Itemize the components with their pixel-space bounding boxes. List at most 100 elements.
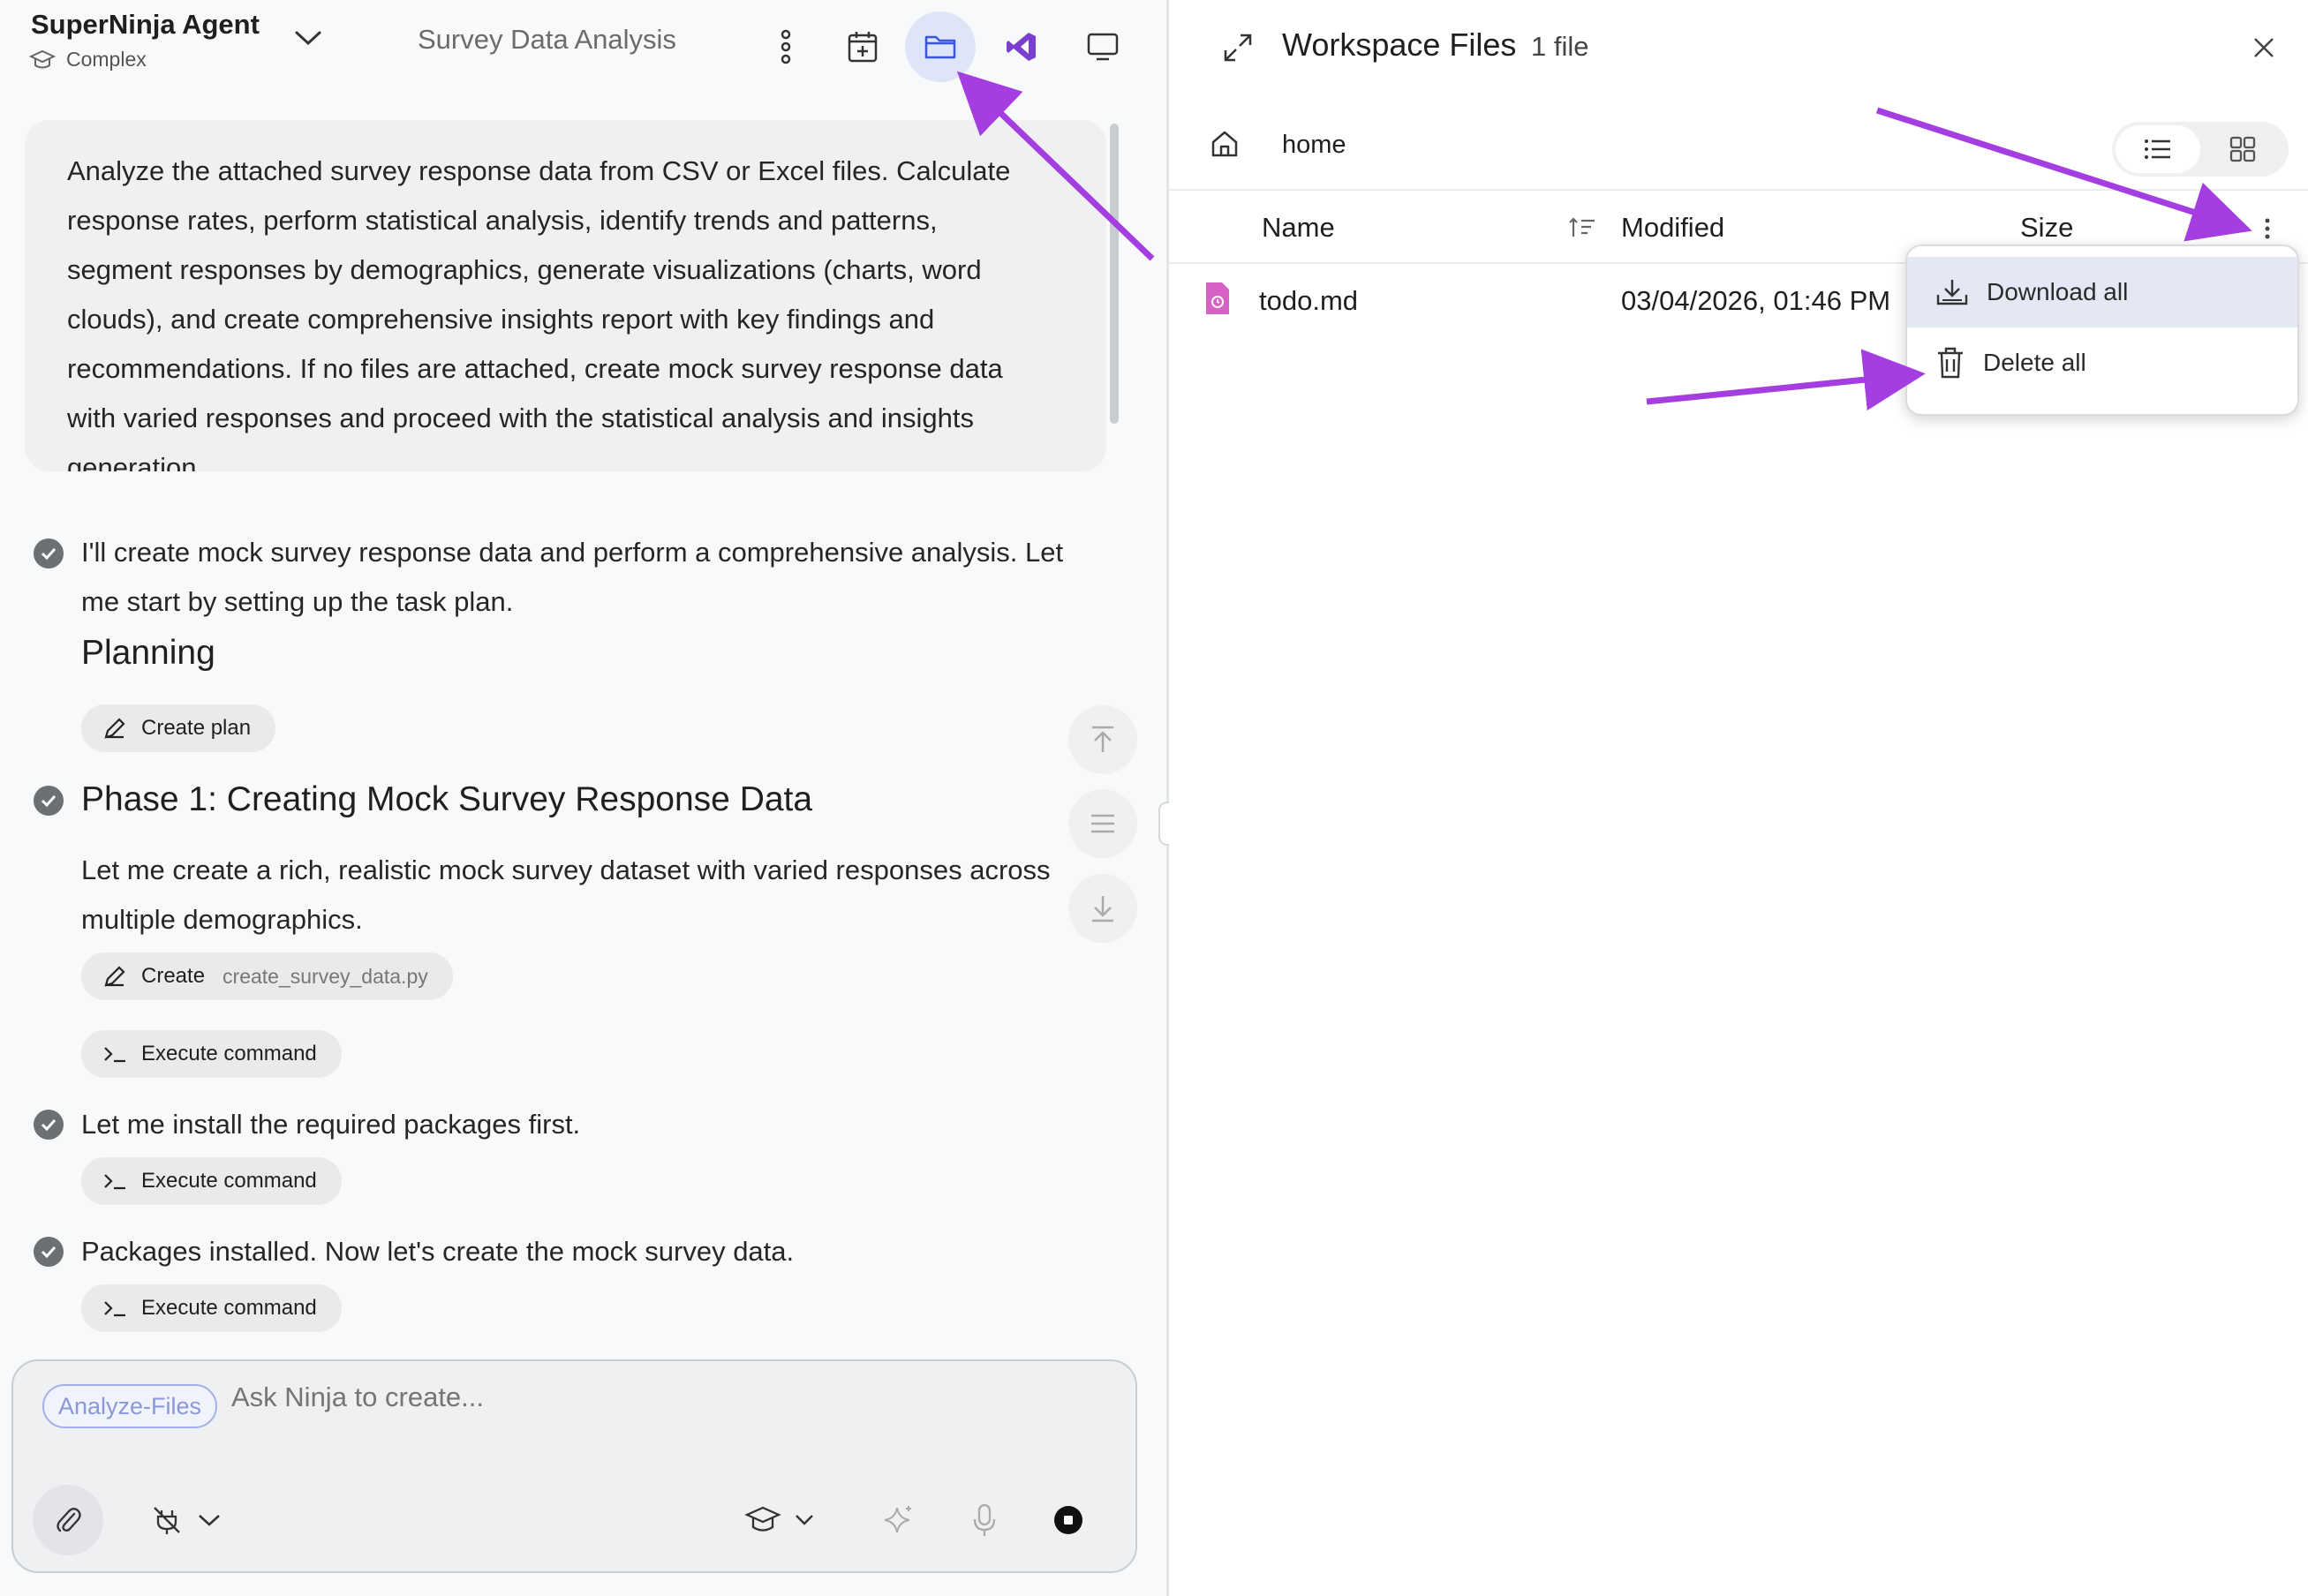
check-circle-icon	[34, 538, 64, 568]
message-line: Let me create a rich, realistic mock sur…	[81, 854, 1051, 885]
markdown-file-icon	[1204, 281, 1231, 316]
breadcrumb[interactable]: home	[1282, 131, 1346, 160]
graduation-cap-icon	[743, 1506, 781, 1532]
list-icon	[2145, 139, 2170, 159]
column-header-name[interactable]: Name	[1262, 212, 1335, 244]
workspace-files-button[interactable]	[905, 11, 976, 82]
user-prompt: Analyze the attached survey response dat…	[25, 120, 1106, 471]
pencil-icon	[102, 964, 127, 989]
plug-off-icon	[154, 1507, 180, 1534]
outline-button[interactable]	[1068, 789, 1137, 858]
execute-command-chip[interactable]: Execute command	[81, 1030, 342, 1078]
column-header-size[interactable]: Size	[2020, 212, 2073, 244]
message-text: Let me install the required packages fir…	[81, 1109, 581, 1140]
message-line: I'll create mock survey response data an…	[81, 537, 1064, 568]
grid-view-button[interactable]	[2200, 125, 2285, 173]
prompt-line: recommendations. If no files are attache…	[67, 353, 1003, 384]
column-header-modified[interactable]: Modified	[1621, 212, 1724, 244]
voice-input-button[interactable]	[962, 1498, 1007, 1542]
chip-label: Create	[141, 964, 206, 988]
more-actions-button[interactable]	[2264, 217, 2271, 240]
close-button[interactable]	[2251, 35, 2276, 60]
message-input[interactable]	[230, 1381, 1028, 1414]
menu-item-label: Download all	[1987, 278, 2129, 305]
file-modified: 03/04/2026, 01:46 PM	[1621, 285, 1891, 316]
home-icon	[1211, 131, 1238, 157]
prompt-line: response rates, perform statistical anal…	[67, 205, 938, 236]
download-icon	[1935, 277, 1969, 307]
scroll-top-button[interactable]	[1068, 705, 1137, 774]
vscode-button[interactable]	[986, 11, 1057, 82]
scroll-bottom-button[interactable]	[1068, 874, 1137, 943]
task-title: Survey Data Analysis	[418, 24, 676, 55]
trash-icon	[1935, 346, 1965, 380]
check-circle-icon	[34, 1110, 64, 1140]
phase-heading: Phase 1: Creating Mock Survey Response D…	[81, 780, 813, 818]
prompt-scrollbar[interactable]	[1110, 124, 1119, 424]
check-circle-icon	[34, 1237, 64, 1267]
sort-icon	[1569, 217, 1595, 237]
expand-button[interactable]	[1222, 32, 1254, 64]
delete-all-item[interactable]: Delete all	[1907, 327, 2297, 398]
monitor-icon	[1087, 33, 1119, 61]
home-button[interactable]	[1210, 129, 1240, 159]
execute-command-chip[interactable]: Execute command	[81, 1157, 342, 1205]
create-plan-chip[interactable]: Create plan	[81, 704, 276, 752]
menu-item-label: Delete all	[1983, 349, 2086, 376]
chip-filename: create_survey_data.py	[223, 964, 428, 988]
execute-command-chip[interactable]: Execute command	[81, 1284, 342, 1332]
close-icon	[2254, 38, 2274, 57]
chip-label: Create plan	[141, 716, 252, 740]
download-all-item[interactable]: Download all	[1907, 257, 2297, 327]
paperclip-icon	[57, 1508, 81, 1532]
microphone-icon	[973, 1503, 996, 1536]
chat-pane: SuperNinja Agent Complex Survey Data Ana…	[0, 0, 1166, 1596]
menu-lines-icon	[1091, 814, 1114, 833]
prompt-line: generation.	[67, 452, 205, 471]
chip-label: Execute command	[141, 1296, 317, 1320]
stop-button[interactable]	[1046, 1498, 1090, 1542]
create-file-chip[interactable]: Create create_survey_data.py	[81, 952, 453, 1000]
prompt-line: Analyze the attached survey response dat…	[67, 155, 1011, 186]
expand-icon	[1224, 34, 1252, 62]
chip-label: Execute command	[141, 1169, 317, 1193]
message-text: I'll create mock survey response data an…	[81, 528, 1063, 627]
more-vertical-icon	[2265, 218, 2270, 239]
file-name[interactable]: todo.md	[1259, 285, 1358, 317]
file-count: 1 file	[1531, 31, 1589, 62]
vscode-icon	[1007, 33, 1036, 61]
sort-button[interactable]	[1568, 215, 1596, 240]
message-line: me start by setting up the task plan.	[81, 586, 514, 617]
planning-heading: Planning	[81, 634, 215, 672]
arrow-down-to-line-icon	[1092, 896, 1113, 922]
more-options-button[interactable]	[750, 11, 821, 82]
skill-tag[interactable]: Analyze-Files	[42, 1384, 218, 1428]
agent-mode-label: Complex	[66, 48, 147, 71]
more-vertical-icon	[781, 29, 791, 64]
agent-mode[interactable]: Complex	[29, 48, 147, 72]
panel-title: Workspace Files	[1282, 26, 1517, 63]
graduation-cap-icon	[29, 49, 56, 72]
attach-button[interactable]	[33, 1485, 103, 1555]
message-text: Packages installed. Now let's create the…	[81, 1236, 795, 1267]
message-line: multiple demographics.	[81, 904, 363, 935]
composer: Analyze-Files	[11, 1359, 1137, 1573]
chevron-down-icon	[199, 1515, 220, 1526]
bulk-actions-menu: Download all Delete all	[1905, 245, 2299, 416]
list-view-button[interactable]	[2116, 125, 2200, 173]
divider	[1169, 189, 2308, 191]
terminal-icon	[102, 1171, 127, 1191]
tools-toggle[interactable]	[146, 1498, 225, 1542]
computer-view-button[interactable]	[1067, 11, 1138, 82]
mode-selector[interactable]	[737, 1498, 821, 1542]
agent-name[interactable]: SuperNinja Agent	[31, 9, 260, 41]
grid-icon	[2229, 136, 2256, 162]
enhance-prompt-button[interactable]	[877, 1498, 921, 1542]
chevron-down-icon	[795, 1515, 813, 1525]
workspace-files-panel: Workspace Files 1 file home Name Modifie…	[1169, 0, 2308, 1596]
chip-label: Execute command	[141, 1042, 317, 1065]
chevron-down-icon[interactable]	[293, 28, 323, 48]
calendar-add-icon	[848, 32, 878, 63]
pencil-icon	[102, 716, 127, 741]
schedule-button[interactable]	[827, 11, 898, 82]
